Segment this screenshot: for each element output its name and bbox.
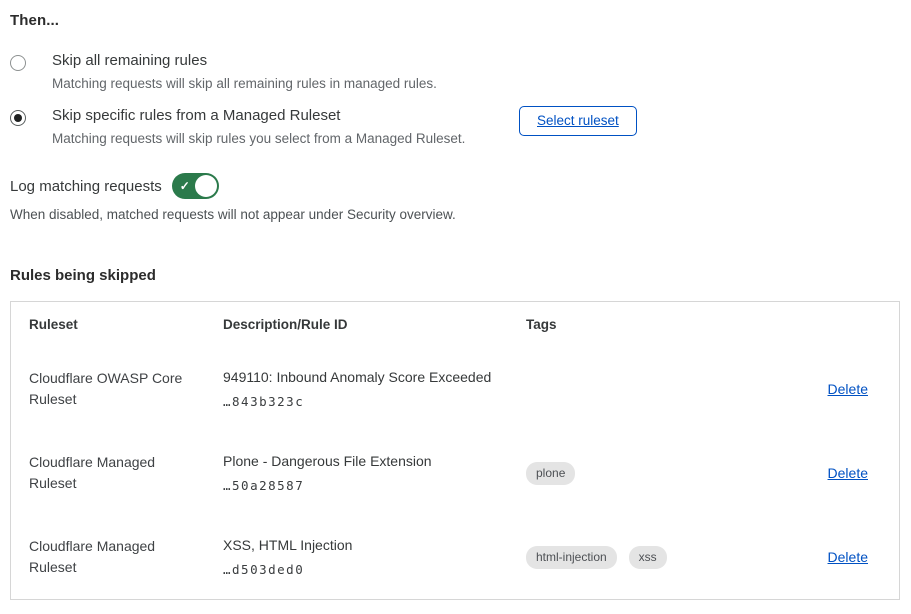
delete-link[interactable]: Delete xyxy=(828,381,868,397)
column-header-actions xyxy=(791,302,901,347)
tags-cell: html-injection xss xyxy=(526,515,791,599)
ruleset-cell: Cloudflare OWASP Core Ruleset xyxy=(11,347,223,431)
rules-being-skipped-title: Rules being skipped xyxy=(10,267,900,284)
waf-rule-config-page: Then... Skip all remaining rules Matchin… xyxy=(0,0,911,600)
actions-cell: Delete xyxy=(791,515,901,599)
radio-skip-all-remaining-rules[interactable] xyxy=(10,55,26,71)
table-row: Cloudflare Managed Ruleset Plone - Dange… xyxy=(11,431,901,515)
log-matching-requests-description: When disabled, matched requests will not… xyxy=(10,207,900,222)
rule-description: Plone - Dangerous File Extension xyxy=(223,453,526,469)
option-description: Matching requests will skip all remainin… xyxy=(52,76,437,91)
description-cell: Plone - Dangerous File Extension …50a285… xyxy=(223,431,526,515)
column-header-ruleset: Ruleset xyxy=(11,302,223,347)
toggle-knob xyxy=(195,175,217,197)
rule-description: 949110: Inbound Anomaly Score Exceeded xyxy=(223,369,526,385)
rules-table-container: Ruleset Description/Rule ID Tags Cloudfl… xyxy=(10,301,900,600)
delete-link[interactable]: Delete xyxy=(828,465,868,481)
table-row: Cloudflare Managed Ruleset XSS, HTML Inj… xyxy=(11,515,901,599)
actions-cell: Delete xyxy=(791,347,901,431)
rule-description: XSS, HTML Injection xyxy=(223,537,526,553)
column-header-description-rule-id: Description/Rule ID xyxy=(223,302,526,347)
option-label[interactable]: Skip all remaining rules xyxy=(52,52,437,69)
action-options: Skip all remaining rules Matching reques… xyxy=(10,52,900,146)
ruleset-cell: Cloudflare Managed Ruleset xyxy=(11,515,223,599)
rule-id: …843b323c xyxy=(223,394,526,409)
select-ruleset-button[interactable]: Select ruleset xyxy=(519,106,637,136)
check-icon: ✓ xyxy=(180,178,190,194)
option-text: Skip all remaining rules Matching reques… xyxy=(52,52,437,91)
then-section-title: Then... xyxy=(10,12,900,29)
option-text: Skip specific rules from a Managed Rules… xyxy=(52,107,465,146)
rules-table: Ruleset Description/Rule ID Tags Cloudfl… xyxy=(11,302,901,599)
description-cell: 949110: Inbound Anomaly Score Exceeded …… xyxy=(223,347,526,431)
tags-cell: plone xyxy=(526,431,791,515)
option-description: Matching requests will skip rules you se… xyxy=(52,131,465,146)
option-skip-all-remaining-rules: Skip all remaining rules Matching reques… xyxy=(10,52,900,91)
log-matching-requests-row: Log matching requests ✓ xyxy=(10,173,900,199)
actions-cell: Delete xyxy=(791,431,901,515)
log-matching-requests-label: Log matching requests xyxy=(10,178,162,195)
tag-badge: html-injection xyxy=(526,546,617,569)
tag-badge: xss xyxy=(629,546,667,569)
delete-link[interactable]: Delete xyxy=(828,549,868,565)
tag-badge: plone xyxy=(526,462,575,485)
table-row: Cloudflare OWASP Core Ruleset 949110: In… xyxy=(11,347,901,431)
rule-id: …50a28587 xyxy=(223,478,526,493)
column-header-tags: Tags xyxy=(526,302,791,347)
tags-cell xyxy=(526,347,791,431)
option-skip-specific-rules: Skip specific rules from a Managed Rules… xyxy=(10,107,900,146)
description-cell: XSS, HTML Injection …d503ded0 xyxy=(223,515,526,599)
ruleset-cell: Cloudflare Managed Ruleset xyxy=(11,431,223,515)
table-header-row: Ruleset Description/Rule ID Tags xyxy=(11,302,901,347)
option-label[interactable]: Skip specific rules from a Managed Rules… xyxy=(52,107,465,124)
rule-id: …d503ded0 xyxy=(223,562,526,577)
radio-skip-specific-rules[interactable] xyxy=(10,110,26,126)
log-matching-requests-toggle[interactable]: ✓ xyxy=(172,173,219,199)
